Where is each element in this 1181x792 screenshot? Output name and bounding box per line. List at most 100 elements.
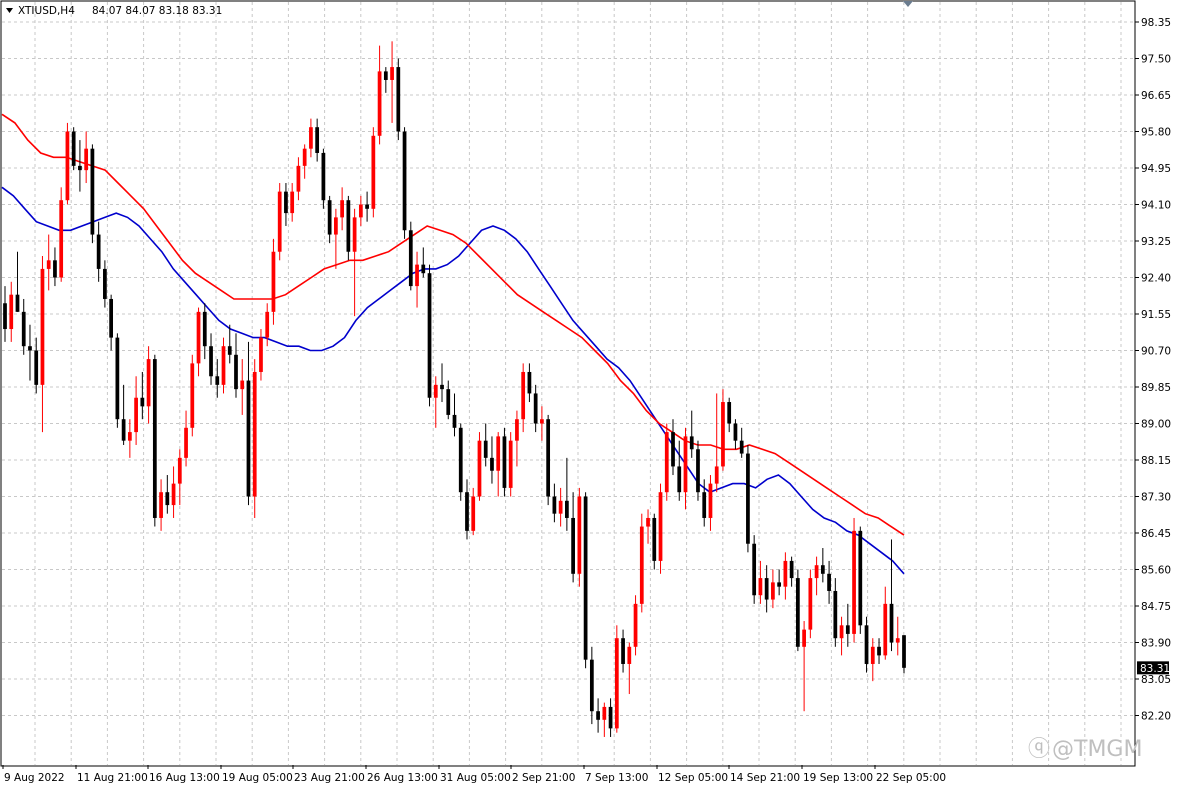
candle-body bbox=[78, 165, 82, 171]
ohlc-readout: 84.07 84.07 83.18 83.31 bbox=[92, 5, 222, 17]
candle-body bbox=[565, 500, 569, 518]
candle-body bbox=[221, 346, 226, 385]
price-tick-label: 98.35 bbox=[1141, 17, 1171, 29]
candle-body bbox=[415, 264, 419, 287]
candle bbox=[827, 560, 831, 604]
candle-body bbox=[577, 496, 582, 574]
candle-body bbox=[284, 191, 288, 214]
candle-body bbox=[390, 67, 394, 80]
candle bbox=[302, 144, 307, 179]
candle bbox=[658, 483, 663, 574]
candle-body bbox=[583, 496, 588, 660]
symbol-menu-arrow-icon[interactable] bbox=[6, 8, 13, 13]
candle-body bbox=[477, 440, 482, 497]
candle-body bbox=[340, 200, 344, 218]
candle bbox=[53, 247, 57, 287]
candle-body bbox=[302, 148, 307, 166]
price-tick-label: 83.05 bbox=[1141, 674, 1171, 686]
candle bbox=[65, 122, 70, 205]
watermark-logo-icon: ⓠ bbox=[1028, 737, 1050, 762]
candle bbox=[40, 256, 45, 433]
candle-body bbox=[708, 483, 713, 518]
candle-body bbox=[90, 148, 95, 235]
candle-body bbox=[53, 260, 57, 278]
candle bbox=[146, 346, 151, 424]
candle-body bbox=[408, 230, 413, 287]
candle-body bbox=[327, 200, 332, 235]
candle bbox=[727, 397, 732, 433]
candle-body bbox=[9, 294, 14, 330]
candle-body bbox=[352, 217, 357, 252]
candle bbox=[28, 324, 32, 381]
candle-body bbox=[121, 419, 126, 441]
candle bbox=[752, 535, 757, 604]
candle-body bbox=[134, 397, 138, 433]
candle bbox=[115, 333, 120, 428]
candle-body bbox=[689, 436, 694, 450]
candle bbox=[452, 393, 457, 437]
candle bbox=[608, 698, 613, 737]
price-axis[interactable]: 98.35 97.50 96.65 95.80 94.95 94.10 93.25 92.40… bbox=[1135, 17, 1171, 723]
candle-body bbox=[152, 359, 157, 518]
candle bbox=[870, 638, 875, 682]
candle-body bbox=[789, 560, 794, 579]
candle-body bbox=[764, 578, 769, 600]
ma-slow-line bbox=[1, 113, 905, 536]
time-axis[interactable]: 9 Aug 2022 11 Aug 21:00 16 Aug 13:00 19 Aug… bbox=[2, 765, 946, 784]
price-tick-label: 89.00 bbox=[1141, 419, 1171, 431]
candle bbox=[221, 337, 226, 394]
candle-body bbox=[633, 603, 638, 647]
candle bbox=[858, 526, 863, 634]
candle-body bbox=[664, 432, 669, 493]
time-tick-label: 9 Aug 2022 bbox=[4, 772, 65, 784]
candle bbox=[515, 410, 519, 467]
candle bbox=[159, 479, 163, 531]
candle bbox=[540, 406, 544, 441]
time-tick-label: 23 Aug 21:00 bbox=[294, 772, 365, 784]
candle-body bbox=[902, 635, 906, 668]
candle-body bbox=[533, 393, 538, 424]
candle bbox=[508, 432, 513, 497]
current-price-tag: 83.31 bbox=[1137, 661, 1170, 675]
candle bbox=[78, 140, 82, 192]
candle bbox=[458, 423, 463, 501]
price-tick-label: 97.50 bbox=[1141, 54, 1171, 66]
candle bbox=[365, 191, 369, 222]
candle-body bbox=[571, 517, 575, 574]
candle bbox=[771, 569, 775, 609]
candle-body bbox=[421, 264, 426, 274]
candle bbox=[209, 333, 213, 385]
candle bbox=[84, 131, 89, 184]
candle bbox=[240, 359, 245, 415]
candle bbox=[3, 286, 7, 342]
price-tick-label: 91.55 bbox=[1141, 309, 1171, 321]
candle bbox=[596, 698, 600, 733]
candle-body bbox=[602, 706, 607, 720]
chart-canvas[interactable]: XTIUSD,H4 84.07 84.07 83.18 83.31 98.35 9… bbox=[0, 0, 1181, 792]
candle bbox=[814, 556, 819, 596]
candle-body bbox=[883, 603, 888, 656]
candle bbox=[708, 475, 713, 531]
candle-body bbox=[234, 354, 238, 390]
candles bbox=[3, 41, 906, 737]
candle-body bbox=[334, 217, 338, 235]
candle-body bbox=[540, 419, 544, 424]
candle bbox=[358, 195, 363, 226]
candle bbox=[121, 384, 126, 445]
candle bbox=[502, 427, 507, 497]
candle bbox=[546, 414, 551, 506]
candle-body bbox=[59, 200, 64, 278]
candle-body bbox=[733, 423, 738, 441]
candle-body bbox=[177, 457, 182, 484]
candle-body bbox=[783, 560, 788, 587]
candle-body bbox=[96, 234, 101, 269]
chart-header: XTIUSD,H4 84.07 84.07 83.18 83.31 bbox=[18, 5, 222, 17]
candle bbox=[565, 457, 569, 531]
scroll-marker-icon[interactable] bbox=[903, 1, 913, 7]
candle-body bbox=[84, 148, 89, 171]
candle-body bbox=[558, 500, 563, 514]
candle bbox=[309, 118, 313, 158]
candle-body bbox=[864, 625, 869, 664]
candle bbox=[340, 187, 344, 231]
candle-body bbox=[820, 565, 825, 574]
